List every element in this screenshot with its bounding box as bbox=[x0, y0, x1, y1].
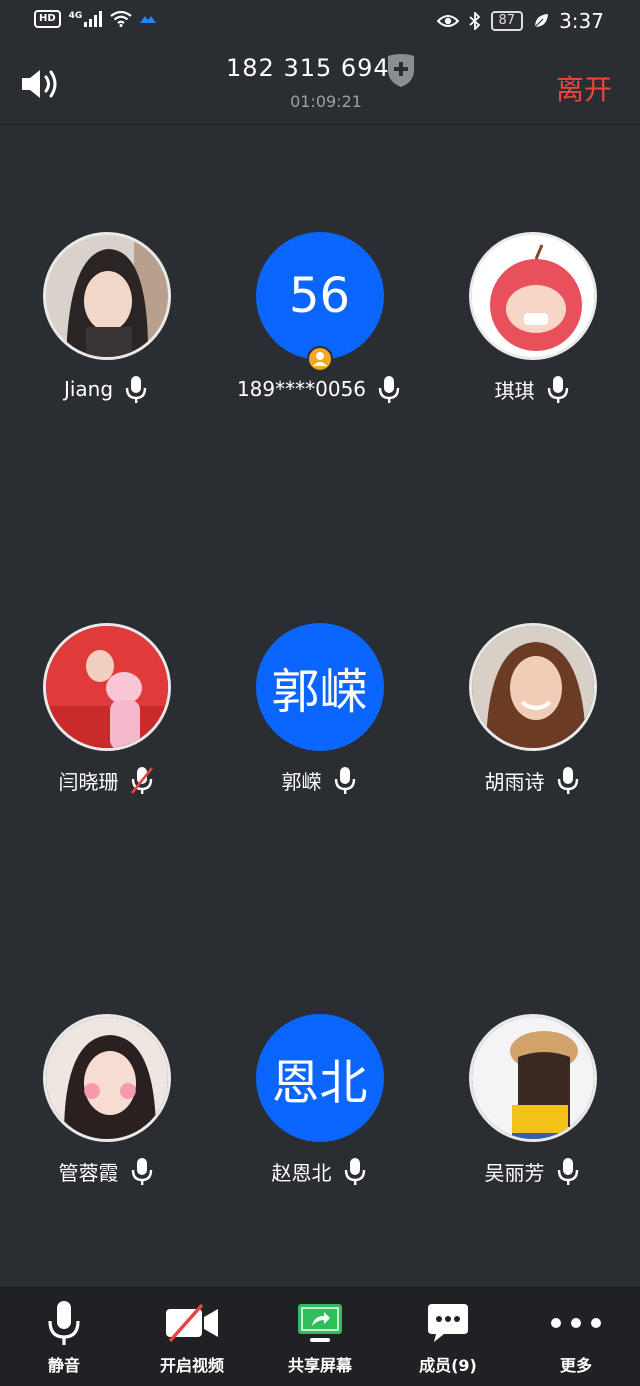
share-screen-button[interactable]: 共享屏幕 bbox=[256, 1298, 384, 1376]
avatar: 56 bbox=[255, 232, 384, 360]
microphone-icon bbox=[378, 376, 400, 403]
chat-bubble-icon bbox=[428, 1304, 468, 1342]
start-video-label: 开启视频 bbox=[159, 1356, 224, 1375]
participant-tile[interactable]: 闫晓珊 bbox=[0, 623, 213, 795]
participant-name: 赵恩北 bbox=[271, 1160, 332, 1185]
battery-icon: 87 bbox=[490, 11, 524, 31]
participant-name-row: 郭嵘 bbox=[213, 765, 426, 795]
start-video-button[interactable]: 开启视频 bbox=[128, 1298, 256, 1376]
status-right: 87 3:37 bbox=[436, 9, 604, 33]
avatar: 郭嵘 bbox=[255, 623, 384, 751]
meeting-duration: 01:09:21 bbox=[290, 92, 362, 111]
participant-name-row: 赵恩北 bbox=[213, 1156, 426, 1186]
participant-name-row: Jiang bbox=[0, 374, 213, 404]
clock: 3:37 bbox=[559, 9, 604, 33]
members-label: 成员(9) bbox=[419, 1356, 477, 1375]
participant-name: 189****0056 bbox=[236, 377, 367, 401]
participant-name: 闫晓珊 bbox=[58, 769, 119, 794]
participant-name-row: 琪琪 bbox=[426, 374, 639, 404]
avatar bbox=[42, 1014, 171, 1142]
host-icon bbox=[306, 346, 333, 372]
participant-name: Jiang bbox=[63, 377, 114, 401]
video-off-icon bbox=[166, 1303, 218, 1343]
more-label: 更多 bbox=[559, 1356, 592, 1375]
microphone-muted-icon bbox=[130, 767, 153, 794]
participant-name: 郭嵘 bbox=[281, 769, 322, 794]
avatar: 恩北 bbox=[255, 1014, 384, 1142]
members-button[interactable]: 成员(9) bbox=[384, 1298, 512, 1376]
microphone-icon bbox=[125, 376, 147, 403]
microphone-icon bbox=[48, 1301, 80, 1345]
avatar-initials: 56 bbox=[288, 268, 351, 324]
bluetooth-icon bbox=[468, 12, 480, 30]
signal-icon: 4G bbox=[69, 11, 103, 27]
status-left: HD 4G bbox=[34, 10, 157, 28]
microphone-icon bbox=[547, 376, 568, 403]
participant-tile[interactable]: 琪琪 bbox=[426, 232, 639, 404]
signal-type-label: 4G bbox=[68, 11, 83, 21]
participant-name-row: 管蓉霞 bbox=[0, 1156, 213, 1186]
mute-label: 静音 bbox=[47, 1356, 80, 1375]
leave-button[interactable]: 离开 bbox=[556, 68, 612, 108]
avatar bbox=[42, 623, 171, 751]
avatar bbox=[42, 232, 171, 360]
status-bar: HD 4G 87 3:37 bbox=[0, 0, 640, 44]
participant-tile[interactable]: 吴丽芳 bbox=[426, 1014, 639, 1186]
meeting-id[interactable]: 182 315 694 bbox=[226, 54, 390, 82]
microphone-icon bbox=[557, 1158, 578, 1185]
participant-tile[interactable]: 管蓉霞 bbox=[0, 1014, 213, 1186]
microphone-icon bbox=[344, 1158, 365, 1185]
participant-tile[interactable]: 胡雨诗 bbox=[426, 623, 639, 795]
more-button[interactable]: 更多 bbox=[512, 1298, 640, 1376]
participant-tile[interactable]: Jiang bbox=[0, 232, 213, 404]
more-icon bbox=[551, 1318, 601, 1328]
participant-name: 管蓉霞 bbox=[58, 1160, 119, 1185]
meeting-header: 182 315 694 01:09:21 离开 bbox=[0, 44, 640, 125]
wifi-icon bbox=[110, 11, 133, 27]
participant-tile[interactable]: 恩北 赵恩北 bbox=[213, 1014, 426, 1186]
avatar bbox=[468, 623, 597, 751]
microphone-icon bbox=[557, 767, 578, 794]
eye-icon bbox=[436, 15, 459, 27]
avatar-initials: 郭嵘 bbox=[271, 664, 368, 720]
avatar bbox=[468, 232, 597, 360]
participant-name-row: 吴丽芳 bbox=[426, 1156, 639, 1186]
participant-name: 胡雨诗 bbox=[484, 769, 545, 794]
avatar bbox=[468, 1014, 597, 1142]
share-screen-label: 共享屏幕 bbox=[287, 1356, 352, 1375]
app-icon bbox=[140, 16, 157, 23]
hd-icon: HD bbox=[34, 10, 61, 28]
participant-name: 吴丽芳 bbox=[484, 1160, 545, 1185]
avatar-initials: 恩北 bbox=[271, 1055, 368, 1111]
participant-name-row: 闫晓珊 bbox=[0, 765, 213, 795]
participant-name: 琪琪 bbox=[494, 378, 535, 403]
participant-tile[interactable]: 郭嵘 郭嵘 bbox=[213, 623, 426, 795]
microphone-icon bbox=[334, 767, 355, 794]
mute-button[interactable]: 静音 bbox=[0, 1298, 128, 1376]
share-screen-icon bbox=[298, 1304, 342, 1342]
participant-tile[interactable]: 56 189****0056 bbox=[213, 232, 426, 404]
participant-name-row: 胡雨诗 bbox=[426, 765, 639, 795]
leaf-icon bbox=[534, 14, 549, 28]
bottom-toolbar: 静音 开启视频 共享屏幕 成员(9) 更多 bbox=[0, 1287, 640, 1386]
microphone-icon bbox=[131, 1158, 152, 1185]
shield-icon[interactable] bbox=[385, 52, 417, 88]
participant-name-row: 189****0056 bbox=[213, 374, 426, 404]
